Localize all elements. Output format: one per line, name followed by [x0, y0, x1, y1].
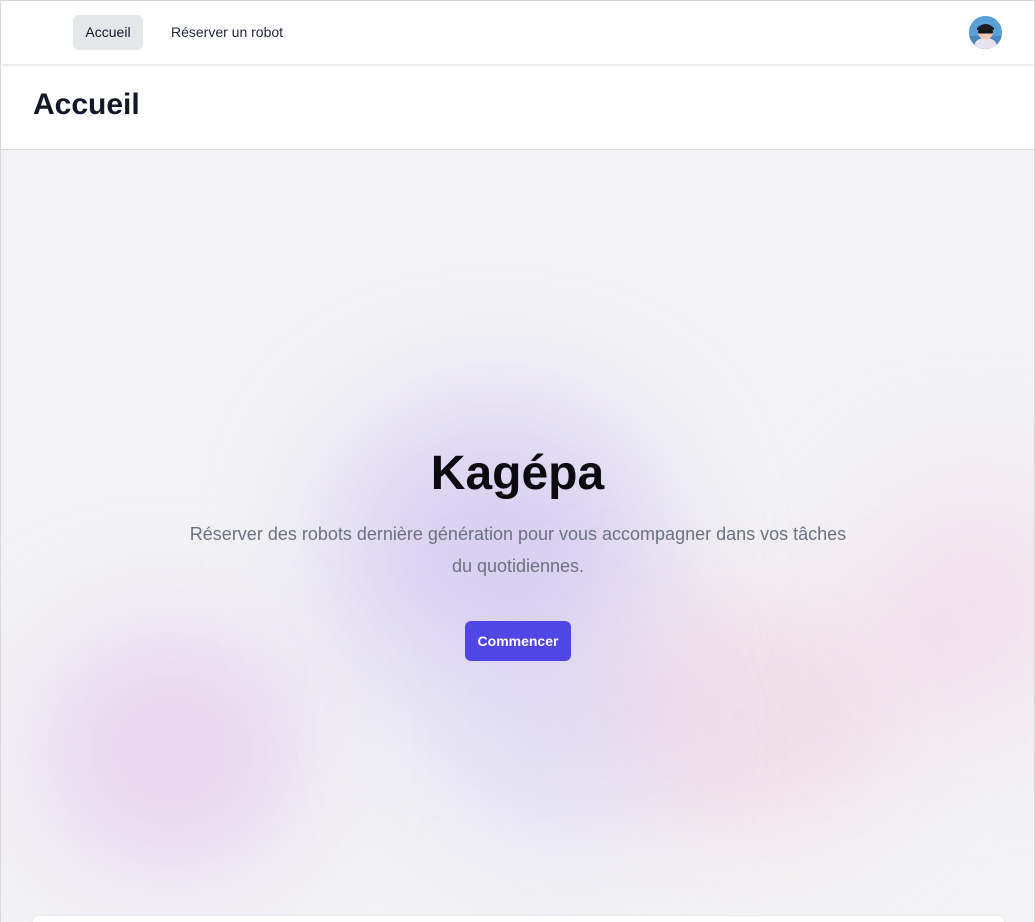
content-card — [33, 916, 1004, 922]
background-blob — [41, 630, 301, 870]
commencer-button[interactable]: Commencer — [465, 621, 571, 661]
avatar-image — [969, 16, 1002, 49]
page-header: Accueil — [1, 64, 1034, 150]
user-avatar-icon[interactable] — [969, 16, 1002, 49]
page-title: Accueil — [33, 88, 140, 121]
app-window: Accueil Réserver un robot Accueil Kagépa… — [0, 0, 1035, 922]
top-navigation: Accueil Réserver un robot — [1, 0, 1034, 64]
nav-link-reserver-robot[interactable]: Réserver un robot — [159, 15, 295, 50]
background-blob — [421, 630, 661, 850]
hero-title: Kagépa — [430, 447, 605, 500]
hero-subtitle: Réserver des robots dernière génération … — [189, 524, 847, 576]
nav-link-accueil[interactable]: Accueil — [73, 15, 143, 50]
hero-section: Kagépa Réserver des robots dernière géné… — [1, 150, 1034, 922]
